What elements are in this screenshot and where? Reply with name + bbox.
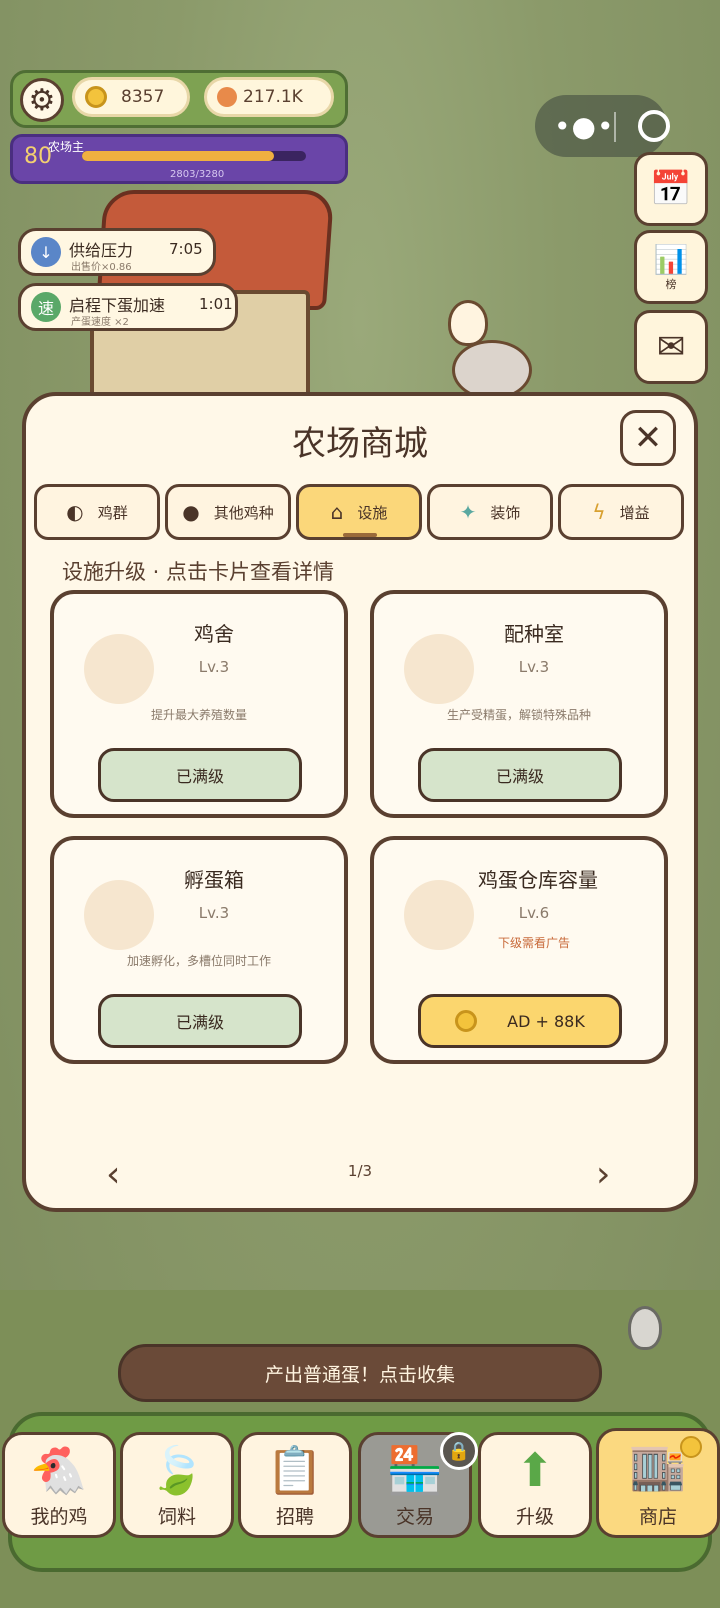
coin-icon bbox=[455, 1010, 478, 1032]
nav-label: 我的鸡 bbox=[30, 1506, 88, 1528]
lightning-icon: ϟ bbox=[592, 500, 606, 524]
sparkle-icon: ✦ bbox=[459, 500, 477, 524]
section-subtitle: 设施升级 · 点击卡片查看详情 bbox=[62, 560, 335, 584]
shop-title: 农场商城 bbox=[292, 424, 428, 464]
close-miniprogram-icon[interactable] bbox=[638, 110, 670, 142]
card-level: Lv.3 bbox=[198, 658, 230, 676]
tab-label: 鸡群 bbox=[97, 503, 128, 522]
nav-label: 招聘 bbox=[275, 1506, 314, 1528]
breeding-house-icon bbox=[404, 634, 474, 704]
tab-boosts[interactable]: ϟ 增益 bbox=[558, 484, 684, 540]
mail-button[interactable]: ✉ bbox=[634, 310, 708, 384]
incubator-icon bbox=[84, 880, 154, 950]
settings-button[interactable]: ⚙ bbox=[20, 78, 64, 122]
buff-sub: 出售价×0.86 bbox=[71, 262, 132, 273]
maxed-button[interactable]: 已满级 bbox=[98, 994, 302, 1048]
facility-card-coop[interactable]: 鸡舍 Lv.3 提升最大养殖数量 已满级 bbox=[50, 590, 348, 818]
coin-icon bbox=[85, 86, 107, 108]
card-desc: 提升最大养殖数量 bbox=[150, 708, 247, 722]
coin-value: 8357 bbox=[121, 87, 165, 107]
nav-feed[interactable]: 🍃 饲料 bbox=[120, 1432, 234, 1538]
coop-icon bbox=[84, 634, 154, 704]
hen-icon: 🐔 bbox=[30, 1443, 88, 1497]
coin-counter: 8357 bbox=[72, 77, 190, 117]
tab-flock[interactable]: ◐ 鸡群 bbox=[34, 484, 160, 540]
nav-label: 饲料 bbox=[157, 1506, 196, 1528]
maxed-button[interactable]: 已满级 bbox=[98, 748, 302, 802]
card-title: 孵蛋箱 bbox=[184, 868, 244, 892]
nav-label: 交易 bbox=[395, 1506, 434, 1528]
nav-label: 升级 bbox=[515, 1506, 554, 1528]
card-warning: 下级需看广告 bbox=[497, 936, 570, 950]
maxed-button[interactable]: 已满级 bbox=[418, 748, 622, 802]
envelope-icon: ✉ bbox=[656, 327, 686, 367]
tab-other-breeds[interactable]: ● 其他鸡种 bbox=[165, 484, 291, 540]
card-desc: 生产受精蛋，解锁特殊品种 bbox=[446, 708, 591, 722]
badge-icon: 📋 bbox=[266, 1443, 324, 1497]
card-level: Lv.3 bbox=[198, 904, 230, 922]
card-title: 鸡舍 bbox=[194, 622, 234, 646]
nav-recruit[interactable]: 📋 招聘 bbox=[238, 1432, 352, 1538]
nav-label: 商店 bbox=[638, 1506, 677, 1528]
facility-card-breeding[interactable]: 配种室 Lv.3 生产受精蛋，解锁特殊品种 已满级 bbox=[370, 590, 668, 818]
bar-chart-icon: 📊 bbox=[653, 242, 689, 276]
active-tab-indicator bbox=[343, 533, 377, 537]
gem-counter: 217.1K bbox=[204, 77, 334, 117]
buff-timer: 1:01 bbox=[199, 295, 233, 313]
tab-decor[interactable]: ✦ 装饰 bbox=[427, 484, 553, 540]
orange-orb-icon bbox=[217, 87, 237, 107]
hen-sprite[interactable] bbox=[452, 340, 532, 400]
leaf-icon: 🍃 bbox=[148, 1443, 206, 1497]
gear-icon: ⚙ bbox=[28, 82, 56, 118]
buff-timer: 7:05 bbox=[169, 240, 203, 258]
chick-icon: ◐ bbox=[66, 500, 84, 524]
tab-label: 增益 bbox=[619, 503, 650, 522]
card-title: 鸡蛋仓库容量 bbox=[478, 868, 598, 892]
close-button[interactable]: ✕ bbox=[620, 410, 676, 466]
gem-value: 217.1K bbox=[243, 87, 303, 107]
rank-label: 榜 bbox=[665, 277, 677, 291]
nav-my-chickens[interactable]: 🐔 我的鸡 bbox=[2, 1432, 116, 1538]
level-title: 农场主 bbox=[48, 140, 85, 154]
page-indicator: 1/3 bbox=[347, 1162, 373, 1180]
card-desc: 加速孵化，多槽位同时工作 bbox=[126, 954, 271, 968]
ad-upgrade-label: AD + 88K bbox=[507, 1011, 585, 1031]
collect-egg-banner[interactable]: 产出普通蛋！点击收集 bbox=[118, 1344, 602, 1402]
egg-sprite[interactable] bbox=[628, 1306, 662, 1350]
coin-badge-icon bbox=[680, 1436, 702, 1458]
next-page-button[interactable]: › bbox=[596, 1154, 610, 1195]
close-icon: ✕ bbox=[633, 418, 663, 458]
tab-facilities[interactable]: ⌂ 设施 bbox=[296, 484, 422, 540]
more-menu-icon[interactable]: •●• bbox=[554, 110, 614, 143]
lock-icon: 🔒 bbox=[440, 1432, 478, 1470]
facility-card-incubator[interactable]: 孵蛋箱 Lv.3 加速孵化，多槽位同时工作 已满级 bbox=[50, 836, 348, 1064]
tab-label: 设施 bbox=[357, 503, 388, 522]
buff-lay-speed[interactable]: 速 启程下蛋加速 产蛋速度 ×2 1:01 bbox=[18, 283, 238, 331]
tab-label: 其他鸡种 bbox=[213, 503, 274, 522]
facility-card-egg-storage[interactable]: 鸡蛋仓库容量 Lv.6 下级需看广告 AD + 88K bbox=[370, 836, 668, 1064]
down-arrow-icon: ↓ bbox=[31, 237, 61, 267]
rank-button[interactable]: 📊 榜 bbox=[634, 230, 708, 304]
chick-sprite[interactable] bbox=[448, 300, 488, 346]
ad-upgrade-button[interactable]: AD + 88K bbox=[418, 994, 622, 1048]
card-level: Lv.6 bbox=[518, 904, 550, 922]
buff-sub: 产蛋速度 ×2 bbox=[71, 317, 129, 328]
calendar-button[interactable]: 📅 bbox=[634, 152, 708, 226]
up-arrow-icon: ⬆ bbox=[515, 1443, 555, 1497]
speed-icon: 速 bbox=[31, 292, 61, 322]
xp-fill bbox=[82, 151, 274, 161]
house-icon: ⌂ bbox=[330, 500, 344, 524]
capsule-divider bbox=[614, 112, 616, 142]
breed-icon: ● bbox=[182, 500, 200, 524]
tab-label: 装饰 bbox=[490, 503, 521, 522]
nav-upgrade[interactable]: ⬆ 升级 bbox=[478, 1432, 592, 1538]
buff-supply-pressure[interactable]: ↓ 供给压力 出售价×0.86 7:05 bbox=[18, 228, 216, 276]
card-title: 配种室 bbox=[504, 622, 564, 646]
card-level: Lv.3 bbox=[518, 658, 550, 676]
xp-text: 2803/3280 bbox=[170, 169, 225, 180]
calendar-icon: 📅 bbox=[649, 169, 693, 209]
